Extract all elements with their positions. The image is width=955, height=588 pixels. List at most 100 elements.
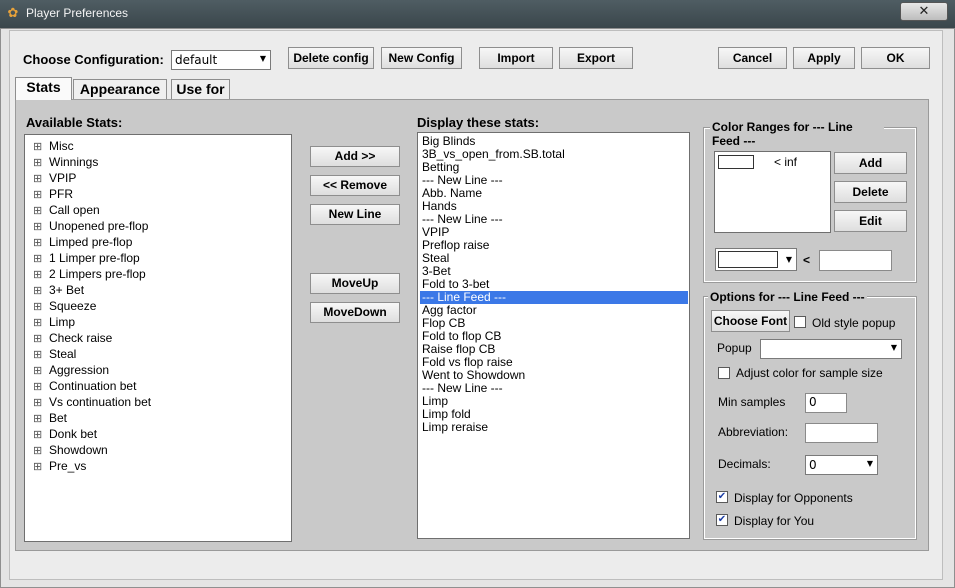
expand-icon[interactable]: ⊞	[33, 443, 43, 459]
decimals-label: Decimals:	[718, 457, 771, 471]
tree-item[interactable]: ⊞ Check raise	[33, 330, 112, 346]
tree-item[interactable]: ⊞ Steal	[33, 346, 76, 362]
expand-icon[interactable]: ⊞	[33, 267, 43, 283]
remove-stat-button[interactable]: << Remove	[310, 175, 400, 196]
tree-item[interactable]: ⊞ Donk bet	[33, 426, 97, 442]
expand-icon[interactable]: ⊞	[33, 203, 43, 219]
list-item[interactable]: Limp reraise	[422, 421, 488, 434]
window-title-bar[interactable]: ✿ Player Preferences ✕	[0, 0, 955, 28]
expand-icon[interactable]: ⊞	[33, 155, 43, 171]
expand-icon[interactable]: ⊞	[33, 139, 43, 155]
range-color-picker[interactable]: ▼	[715, 248, 797, 271]
tree-item[interactable]: ⊞ 2 Limpers pre-flop	[33, 266, 146, 282]
tab-appearance[interactable]: Appearance	[73, 79, 167, 99]
display-opponents-checkbox[interactable]: ✔	[716, 491, 728, 503]
chevron-down-icon: ▼	[890, 343, 897, 352]
tree-item[interactable]: ⊞ Vs continuation bet	[33, 394, 151, 410]
available-stats-tree[interactable]: ⊞ Misc ⊞ Winnings ⊞ VPIP ⊞ PFR ⊞ Call open ⊞ Unopen…	[24, 134, 292, 542]
expand-icon[interactable]: ⊞	[33, 235, 43, 251]
config-select-value: default	[175, 53, 218, 67]
expand-icon[interactable]: ⊞	[33, 187, 43, 203]
display-stats-list[interactable]: Big Blinds 3B_vs_open_from.SB.total Bettin…	[417, 132, 690, 539]
tree-item[interactable]: ⊞ Winnings	[33, 154, 98, 170]
adjust-color-checkbox[interactable]	[718, 367, 730, 379]
tree-item[interactable]: ⊞ 1 Limper pre-flop	[33, 250, 140, 266]
popup-select[interactable]: ▼	[760, 339, 902, 359]
tree-item[interactable]: ⊞ Showdown	[33, 442, 108, 458]
tree-item-label: Bet	[49, 411, 68, 425]
edit-range-button[interactable]: Edit	[834, 210, 907, 232]
tree-item[interactable]: ⊞ Call open	[33, 202, 100, 218]
tree-item[interactable]: ⊞ Aggression	[33, 362, 109, 378]
new-line-button[interactable]: New Line	[310, 204, 400, 225]
config-label: Choose Configuration:	[23, 52, 164, 67]
expand-icon[interactable]: ⊞	[33, 411, 43, 427]
move-down-button[interactable]: MoveDown	[310, 302, 400, 323]
display-you-checkbox[interactable]: ✔	[716, 514, 728, 526]
close-button[interactable]: ✕	[900, 2, 948, 21]
display-stats-label: Display these stats:	[417, 115, 540, 130]
choose-font-button[interactable]: Choose Font	[711, 310, 790, 332]
tree-item[interactable]: ⊞ Squeeze	[33, 298, 96, 314]
export-button[interactable]: Export	[559, 47, 633, 69]
expand-icon[interactable]: ⊞	[33, 379, 43, 395]
color-ranges-list[interactable]: < inf	[714, 151, 831, 233]
expand-icon[interactable]: ⊞	[33, 395, 43, 411]
tree-item[interactable]: ⊞ Continuation bet	[33, 378, 136, 394]
move-up-button[interactable]: MoveUp	[310, 273, 400, 294]
ok-button[interactable]: OK	[861, 47, 930, 69]
min-samples-label: Min samples	[718, 395, 786, 409]
tree-item[interactable]: ⊞ VPIP	[33, 170, 76, 186]
range-color-swatch	[718, 155, 754, 169]
tree-item-label: Unopened pre-flop	[49, 219, 149, 233]
available-stats-label: Available Stats:	[26, 115, 123, 130]
tree-item-label: 2 Limpers pre-flop	[49, 267, 146, 281]
expand-icon[interactable]: ⊞	[33, 315, 43, 331]
tree-item[interactable]: ⊞ Limp	[33, 314, 75, 330]
popup-label: Popup	[717, 341, 752, 355]
config-select[interactable]: default ▼	[171, 50, 271, 70]
tree-item[interactable]: ⊞ 3+ Bet	[33, 282, 84, 298]
expand-icon[interactable]: ⊞	[33, 459, 43, 475]
tree-item[interactable]: ⊞ Limped pre-flop	[33, 234, 132, 250]
chevron-down-icon: ▼	[785, 255, 792, 264]
expand-icon[interactable]: ⊞	[33, 283, 43, 299]
expand-icon[interactable]: ⊞	[33, 251, 43, 267]
expand-icon[interactable]: ⊞	[33, 171, 43, 187]
chevron-down-icon: ▼	[866, 459, 873, 468]
tree-item-label: Continuation bet	[49, 379, 137, 393]
abbreviation-input[interactable]	[805, 423, 878, 443]
tab-stats[interactable]: Stats	[15, 77, 72, 100]
decimals-select[interactable]: 0 ▼	[805, 455, 878, 475]
expand-icon[interactable]: ⊞	[33, 219, 43, 235]
expand-icon[interactable]: ⊞	[33, 347, 43, 363]
add-range-button[interactable]: Add	[834, 152, 907, 174]
tab-use-for[interactable]: Use for	[171, 79, 230, 99]
expand-icon[interactable]: ⊞	[33, 363, 43, 379]
tree-item[interactable]: ⊞ Pre_vs	[33, 458, 86, 474]
tree-item[interactable]: ⊞ PFR	[33, 186, 73, 202]
cancel-button[interactable]: Cancel	[718, 47, 787, 69]
apply-button[interactable]: Apply	[793, 47, 855, 69]
adjust-color-label: Adjust color for sample size	[736, 366, 883, 380]
range-threshold-input[interactable]	[819, 250, 892, 271]
expand-icon[interactable]: ⊞	[33, 299, 43, 315]
expand-icon[interactable]: ⊞	[33, 427, 43, 443]
tree-item[interactable]: ⊞ Bet	[33, 410, 67, 426]
new-config-button[interactable]: New Config	[381, 47, 462, 69]
close-icon: ✕	[918, 4, 930, 19]
tree-item-label: Winnings	[49, 155, 99, 169]
add-stat-button[interactable]: Add >>	[310, 146, 400, 167]
expand-icon[interactable]: ⊞	[33, 331, 43, 347]
picker-color-swatch	[718, 251, 778, 268]
tree-item[interactable]: ⊞ Unopened pre-flop	[33, 218, 148, 234]
color-ranges-title: Color Ranges for --- Line Feed ---	[710, 120, 884, 148]
tree-item[interactable]: ⊞ Misc	[33, 138, 74, 154]
delete-range-button[interactable]: Delete	[834, 181, 907, 203]
delete-config-button[interactable]: Delete config	[288, 47, 374, 69]
range-text: < inf	[774, 155, 798, 169]
tree-item-label: Showdown	[49, 443, 108, 457]
import-button[interactable]: Import	[479, 47, 553, 69]
old-style-popup-checkbox[interactable]	[794, 316, 806, 328]
min-samples-input[interactable]: 0	[805, 393, 847, 413]
